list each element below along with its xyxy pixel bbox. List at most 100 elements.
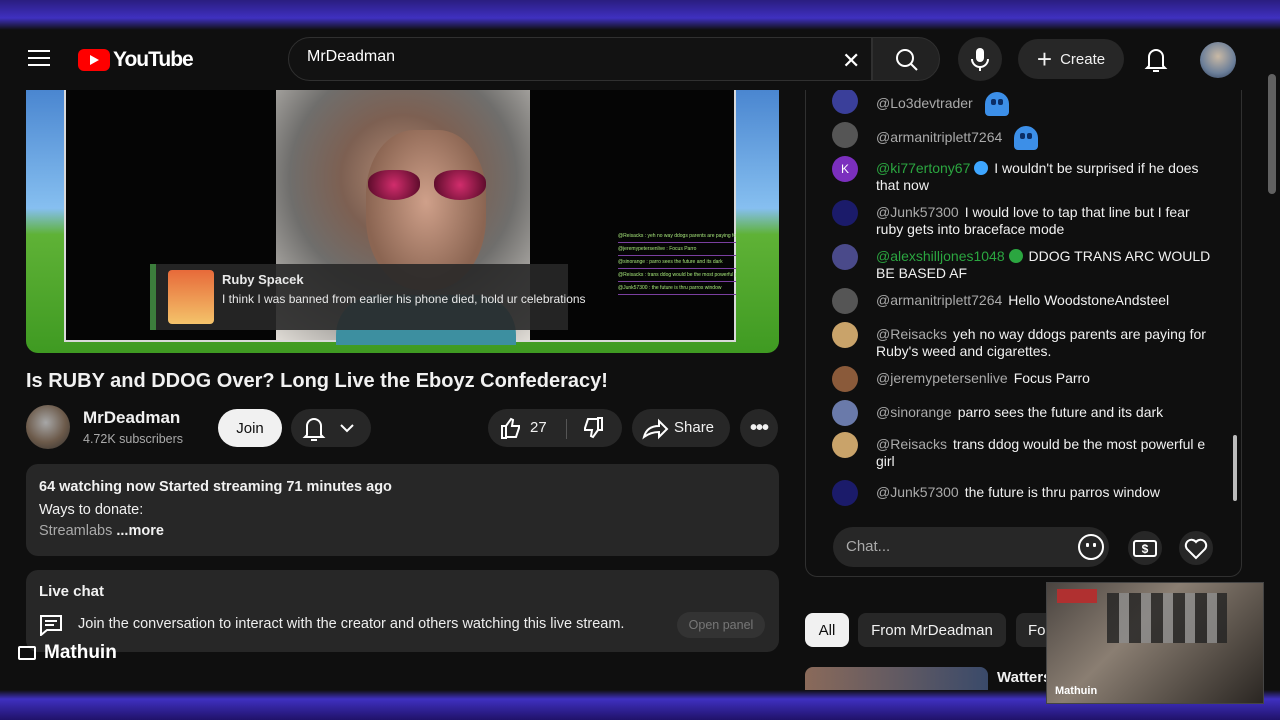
reaction-button[interactable]	[1179, 531, 1213, 565]
stream-chat-log: @Reisacks : yeh no way ddogs parents are…	[618, 230, 736, 295]
dislike-button[interactable]	[568, 409, 622, 447]
webcam-background-object	[1057, 589, 1097, 603]
stream-chat-line: @Junk57300 : the future is thru parros w…	[618, 282, 736, 295]
share-button[interactable]: Share	[632, 409, 730, 447]
streamer-name-overlay: Mathuin	[18, 642, 117, 664]
chat-author[interactable]: @Reisacks	[876, 326, 947, 342]
chat-text: Hello WoodstoneAndsteel	[1008, 292, 1170, 308]
notifications-button[interactable]	[1140, 42, 1172, 76]
chat-avatar[interactable]	[832, 432, 858, 458]
search-box	[288, 37, 872, 81]
highlight-avatar	[168, 270, 214, 324]
like-separator	[566, 419, 567, 439]
chat-author[interactable]: @Reisacks	[876, 436, 947, 452]
plus-icon: +	[1036, 44, 1053, 74]
description-line: Ways to donate:	[39, 502, 144, 518]
chat-author[interactable]: @armanitriplett7264	[876, 292, 1002, 308]
chat-avatar[interactable]	[832, 244, 858, 270]
highlight-text: I think I was banned from earlier his ph…	[222, 292, 586, 306]
chat-scrollbar[interactable]	[1233, 435, 1237, 501]
live-chat-title: Live chat	[39, 583, 105, 600]
super-chat-button[interactable]: $	[1128, 531, 1162, 565]
chat-avatar[interactable]	[832, 90, 858, 114]
more-icon: •••	[749, 416, 769, 439]
stream-chat-line: @jeremypetersenlive : Focus Parro	[618, 243, 736, 256]
live-chat-prompt: Join the conversation to interact with t…	[78, 616, 625, 632]
member-badge-icon	[1008, 249, 1023, 263]
clear-search-icon[interactable]: ✕	[842, 48, 860, 74]
webcam-overlay: Mathuin	[1046, 582, 1264, 704]
chat-avatar[interactable]	[832, 200, 858, 226]
channel-name[interactable]: MrDeadman	[83, 408, 180, 428]
chat-avatar[interactable]	[832, 366, 858, 392]
live-chat-section: Live chat Join the conversation to inter…	[26, 570, 779, 652]
chip-from-channel[interactable]: From MrDeadman	[858, 613, 1006, 647]
streamer-name: Mathuin	[44, 642, 117, 663]
subscription-notifications-button[interactable]	[291, 409, 371, 447]
more-actions-button[interactable]: •••	[740, 409, 778, 447]
recommended-thumbnail[interactable]	[805, 667, 988, 690]
video-title: Is RUBY and DDOG Over? Long Live the Ebo…	[26, 370, 608, 392]
chat-author[interactable]: @sinorange	[876, 404, 952, 420]
chat-author[interactable]: @jeremypetersenlive	[876, 370, 1008, 386]
chat-input-box	[833, 527, 1109, 567]
chat-author[interactable]: @armanitriplett7264	[876, 129, 1002, 145]
chat-author[interactable]: @ki77ertony67	[876, 160, 970, 176]
money-icon: $	[1133, 540, 1157, 557]
chat-avatar[interactable]: K	[832, 156, 858, 182]
webcam-shelf	[1107, 593, 1227, 643]
emoji-picker-icon[interactable]	[1078, 534, 1104, 560]
microphone-icon	[971, 48, 989, 71]
stream-chat-line: @Reisacks : yeh no way ddogs parents are…	[618, 230, 736, 243]
ghost-emoji-icon	[984, 92, 1009, 116]
create-button[interactable]: + Create	[1018, 39, 1124, 79]
verified-badge-icon	[974, 161, 989, 175]
like-button[interactable]: 27	[488, 409, 564, 447]
chat-message-list[interactable]: @Lo3devtrader @armanitriplett7264 K @ki7…	[806, 90, 1241, 515]
chat-avatar[interactable]	[832, 288, 858, 314]
youtube-play-icon	[78, 49, 110, 71]
search-icon	[896, 49, 918, 71]
stream-info: 64 watching now Started streaming 71 min…	[39, 479, 392, 495]
search-button[interactable]	[872, 37, 940, 81]
recommended-title[interactable]: Watters	[997, 669, 1051, 686]
bell-dropdown-icons	[302, 418, 354, 441]
chat-bubble-icon	[40, 615, 62, 636]
show-more-link[interactable]: ...more	[112, 523, 164, 539]
chat-avatar[interactable]	[832, 322, 858, 348]
chat-author[interactable]: @Junk57300	[876, 204, 959, 220]
chat-author[interactable]: @Lo3devtrader	[876, 95, 973, 111]
video-player[interactable]: Ruby Spacek I think I was banned from ea…	[26, 90, 779, 353]
menu-icon[interactable]	[28, 50, 50, 68]
webcam-label: Mathuin	[1055, 685, 1098, 697]
search-input[interactable]	[307, 48, 827, 66]
thumbs-up-icon	[501, 417, 520, 439]
svg-text:$: $	[1142, 542, 1149, 556]
chat-avatar[interactable]	[832, 480, 858, 506]
share-icon	[642, 418, 669, 440]
voice-search-button[interactable]	[958, 37, 1002, 81]
live-chat-panel: @Lo3devtrader @armanitriplett7264 K @ki7…	[805, 90, 1242, 577]
join-button[interactable]: Join	[218, 409, 282, 447]
chip-all[interactable]: All	[805, 613, 849, 647]
share-label: Share	[674, 419, 715, 436]
open-panel-button[interactable]: Open panel	[677, 612, 765, 638]
highlight-author: Ruby Spacek	[222, 272, 304, 287]
account-avatar[interactable]	[1200, 42, 1236, 78]
chat-avatar[interactable]	[832, 400, 858, 426]
chat-author[interactable]: @alexshilljones1048	[876, 248, 1005, 264]
page-scrollbar[interactable]	[1268, 74, 1276, 194]
chat-input[interactable]	[846, 538, 1066, 555]
chat-text: the future is thru parros window	[964, 484, 1161, 500]
like-count: 27	[530, 419, 547, 436]
chat-author[interactable]: @Junk57300	[876, 484, 959, 500]
youtube-logo[interactable]: YouTube	[78, 48, 194, 72]
channel-avatar[interactable]	[26, 405, 70, 449]
masthead: YouTube ✕ + Create	[0, 30, 1280, 88]
description-box[interactable]: 64 watching now Started streaming 71 min…	[26, 464, 779, 556]
chat-avatar[interactable]	[832, 122, 858, 148]
create-label: Create	[1060, 50, 1106, 68]
thumbs-down-icon	[584, 417, 603, 439]
sunglasses	[368, 170, 486, 204]
stream-chat-line: @sinorange : parro sees the future and i…	[618, 256, 736, 269]
